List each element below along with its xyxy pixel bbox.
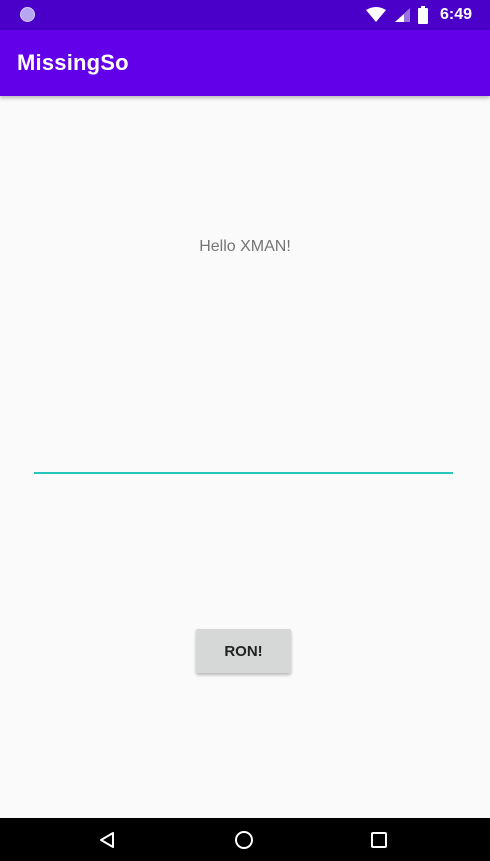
navigation-bar: [0, 818, 490, 861]
text-input[interactable]: [34, 440, 453, 474]
home-button[interactable]: [214, 818, 274, 861]
battery-icon: [417, 6, 428, 24]
wifi-icon: [365, 7, 386, 22]
home-icon: [235, 830, 253, 849]
app-title: MissingSo: [17, 50, 129, 75]
notification-dot-icon: [20, 7, 35, 22]
ron-button[interactable]: RON!: [196, 629, 291, 673]
app-bar: MissingSo: [0, 30, 490, 96]
recents-button[interactable]: [349, 818, 409, 861]
back-button[interactable]: [77, 818, 137, 861]
recents-icon: [371, 831, 387, 848]
status-bar: 6:49: [0, 0, 490, 30]
cell-signal-icon: [394, 8, 410, 22]
back-icon: [100, 831, 114, 848]
status-time: 6:49: [439, 6, 472, 23]
status-icons: 6:49: [365, 0, 472, 30]
greeting-text: Hello XMAN!: [199, 238, 291, 255]
